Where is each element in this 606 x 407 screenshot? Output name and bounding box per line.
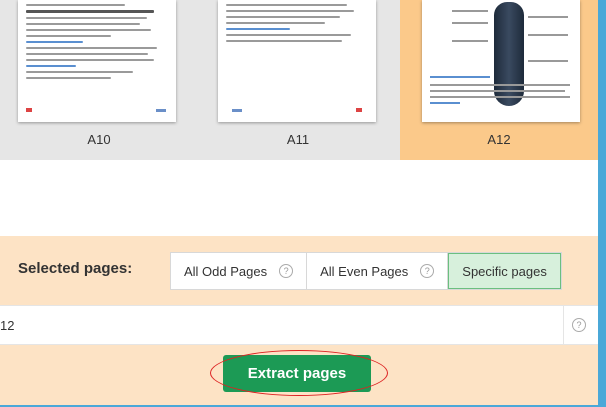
page-selection-options: All Odd Pages ? All Even Pages ? Specifi… <box>170 252 562 290</box>
option-label: All Even Pages <box>320 263 409 279</box>
page-preview <box>218 0 376 122</box>
pages-input-row: ? <box>0 305 598 345</box>
thumbnail-a12[interactable]: A12 <box>400 0 598 160</box>
option-label: All Odd Pages <box>184 263 268 279</box>
option-all-even-pages[interactable]: All Even Pages ? <box>307 253 449 289</box>
question-icon[interactable]: ? <box>420 264 435 278</box>
thumbnail-a11[interactable]: A11 <box>198 0 398 160</box>
option-specific-pages[interactable]: Specific pages <box>448 253 561 289</box>
page-preview <box>422 0 580 122</box>
question-icon[interactable]: ? <box>279 264 294 278</box>
input-help: ? <box>563 306 594 344</box>
extract-pages-panel: A10 A11 A12 Selected pages: All Odd Page… <box>0 0 598 405</box>
page-thumbnails: A10 A11 A12 <box>0 0 598 160</box>
thumbnail-label: A10 <box>87 132 111 147</box>
option-label: Specific pages <box>462 263 547 279</box>
option-all-odd-pages[interactable]: All Odd Pages ? <box>171 253 308 289</box>
extract-pages-button[interactable]: Extract pages <box>223 355 371 392</box>
pages-input[interactable] <box>0 306 565 344</box>
thumbnail-label: A12 <box>487 132 511 147</box>
thumbnail-a10[interactable]: A10 <box>0 0 198 160</box>
page-preview <box>18 0 176 122</box>
question-icon[interactable]: ? <box>572 318 586 332</box>
thumbnail-label: A11 <box>286 132 310 147</box>
selected-pages-label: Selected pages: <box>18 260 133 277</box>
